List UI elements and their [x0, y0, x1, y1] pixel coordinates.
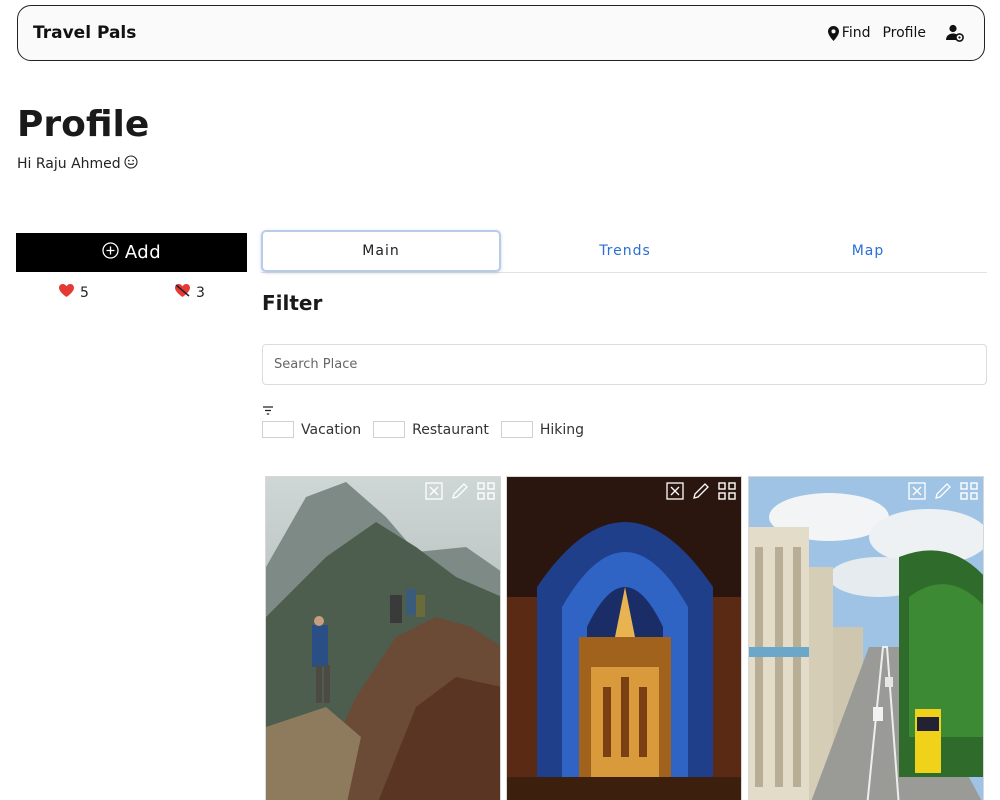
vacation-checkbox[interactable] [262, 421, 294, 438]
view-tabs: Main Trends Map [261, 230, 987, 273]
grid-icon[interactable] [718, 482, 736, 504]
nav-find-label: Find [841, 25, 871, 41]
mountain-hikers-photo [266, 477, 500, 800]
category-filters: Vacation Restaurant Hiking [262, 421, 596, 438]
greeting: Hi Raju Ahmed [17, 155, 138, 173]
close-box-icon[interactable] [666, 482, 684, 504]
place-card[interactable] [506, 476, 742, 800]
nav-profile-link[interactable]: Profile [882, 25, 926, 41]
card-tools [425, 482, 495, 504]
user-gear-icon [946, 24, 964, 42]
place-card[interactable] [748, 476, 984, 800]
filter-vacation[interactable]: Vacation [262, 421, 361, 438]
nav-profile-label: Profile [882, 25, 926, 41]
tab-main[interactable]: Main [261, 230, 501, 272]
card-tools [908, 482, 978, 504]
greeting-text: Hi Raju Ahmed [17, 156, 121, 172]
pencil-icon[interactable] [934, 482, 952, 504]
nav-links: Find Profile [827, 24, 964, 42]
grid-icon[interactable] [960, 482, 978, 504]
pencil-icon[interactable] [451, 482, 469, 504]
heart-icon [59, 284, 74, 301]
user-settings-button[interactable] [946, 24, 964, 42]
city-street-photo [749, 477, 983, 800]
vacation-label: Vacation [301, 421, 362, 438]
grid-icon[interactable] [477, 482, 495, 504]
add-button[interactable]: Add [16, 233, 247, 272]
cathedral-photo [507, 477, 741, 800]
likes-count: 5 [80, 284, 89, 301]
page-title: Profile [17, 104, 150, 145]
hiking-label: Hiking [539, 421, 585, 438]
card-tools [666, 482, 736, 504]
close-box-icon[interactable] [425, 482, 443, 504]
brand-logo[interactable]: Travel Pals [33, 23, 136, 43]
plus-circle-icon [102, 241, 119, 264]
map-pin-icon [827, 25, 839, 41]
place-card[interactable] [265, 476, 501, 800]
nav-find-link[interactable]: Find [827, 25, 871, 41]
search-place-input[interactable] [262, 344, 987, 385]
dislikes-stat: 3 [175, 284, 205, 301]
likes-stat: 5 [59, 284, 89, 301]
filter-title: Filter [262, 291, 323, 315]
hiking-checkbox[interactable] [500, 421, 533, 438]
restaurant-label: Restaurant [412, 421, 489, 438]
broken-heart-icon [175, 284, 190, 301]
tab-map[interactable]: Map [749, 230, 987, 272]
top-navbar: Travel Pals Find Profile [17, 5, 985, 61]
restaurant-checkbox[interactable] [373, 421, 406, 438]
tab-trends[interactable]: Trends [501, 230, 749, 272]
smiley-icon [124, 155, 138, 173]
dislikes-count: 3 [196, 284, 205, 301]
filter-hiking[interactable]: Hiking [500, 421, 585, 438]
pencil-icon[interactable] [692, 482, 710, 504]
add-button-label: Add [124, 242, 162, 263]
filter-lines-icon[interactable] [263, 400, 273, 419]
filter-restaurant[interactable]: Restaurant [373, 421, 489, 438]
close-box-icon[interactable] [908, 482, 926, 504]
